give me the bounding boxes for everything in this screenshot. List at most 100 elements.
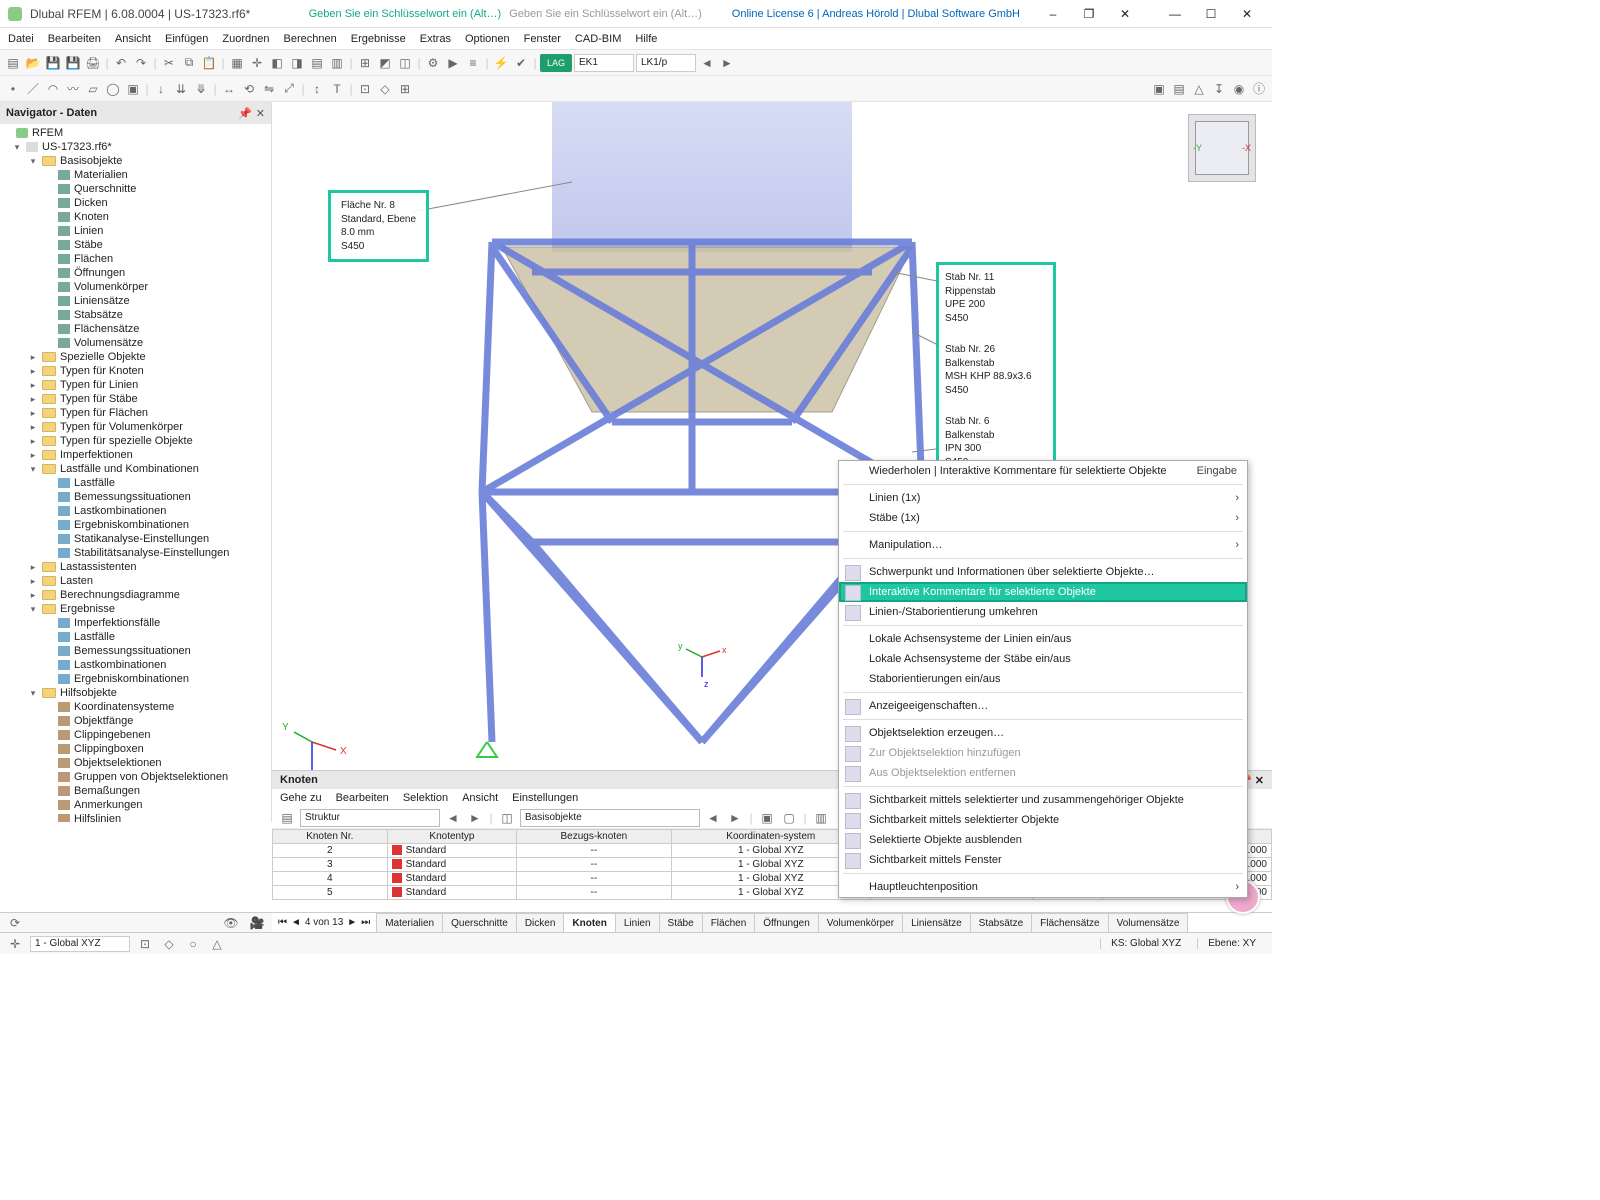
tbl-sel1-icon[interactable]: ▣ bbox=[758, 809, 776, 827]
tree-item[interactable]: Koordinatensysteme bbox=[0, 700, 271, 714]
tree-item[interactable]: Objektselektionen bbox=[0, 756, 271, 770]
restore-inner-icon[interactable]: ❐ bbox=[1072, 3, 1106, 25]
text-icon[interactable]: T bbox=[328, 80, 346, 98]
show-supports-icon[interactable]: △ bbox=[1190, 80, 1208, 98]
tab-öffnungen[interactable]: Öffnungen bbox=[754, 913, 819, 932]
tree-root[interactable]: RFEM bbox=[32, 127, 63, 139]
tb-axes-icon[interactable]: ✛ bbox=[248, 54, 266, 72]
nav-cam-icon[interactable]: 🎥 bbox=[248, 914, 266, 932]
tbl-next2-icon[interactable]: ► bbox=[726, 809, 744, 827]
tbl-prev-icon[interactable]: ◄ bbox=[444, 809, 462, 827]
snap-end-icon[interactable]: ⊡ bbox=[356, 80, 374, 98]
tree-folder[interactable]: ▸Lastassistenten bbox=[0, 560, 271, 574]
tab-materialien[interactable]: Materialien bbox=[376, 913, 443, 932]
menu-ansicht[interactable]: Ansicht bbox=[115, 33, 151, 45]
tb-viewx-icon[interactable]: ◫ bbox=[396, 54, 414, 72]
draw-point-icon[interactable]: • bbox=[4, 80, 22, 98]
tree-item[interactable]: Lastkombinationen bbox=[0, 504, 271, 518]
tbl-sel2-icon[interactable]: ▢ bbox=[780, 809, 798, 827]
tree-item[interactable]: Bemessungssituationen bbox=[0, 644, 271, 658]
snap-mid-icon[interactable]: ◇ bbox=[376, 80, 394, 98]
close-inner-icon[interactable]: ✕ bbox=[1108, 3, 1142, 25]
tb-new-icon[interactable]: ▤ bbox=[4, 54, 22, 72]
tree-item[interactable]: Volumensätze bbox=[0, 336, 271, 350]
tb-cut-icon[interactable]: ✂ bbox=[160, 54, 178, 72]
lk1-combo[interactable]: LK1/p bbox=[636, 54, 696, 72]
tree-item[interactable]: Objektfänge bbox=[0, 714, 271, 728]
minimize-icon[interactable]: — bbox=[1158, 3, 1192, 25]
navigator-tree[interactable]: RFEM ▾US-17323.rf6* ▾Basisobjekte Materi… bbox=[0, 124, 271, 822]
menu-bearbeiten[interactable]: Bearbeiten bbox=[48, 33, 101, 45]
tree-folder[interactable]: ▸Typen für Stäbe bbox=[0, 392, 271, 406]
tb-check-icon[interactable]: ✔ bbox=[512, 54, 530, 72]
load3-icon[interactable]: ⤋ bbox=[192, 80, 210, 98]
tb-redo-icon[interactable]: ↷ bbox=[132, 54, 150, 72]
tree-item[interactable]: Statikanalyse-Einstellungen bbox=[0, 532, 271, 546]
tree-item[interactable]: Bemessungssituationen bbox=[0, 490, 271, 504]
tm-gehezu[interactable]: Gehe zu bbox=[280, 792, 322, 804]
ek-prev-icon[interactable]: ◄ bbox=[698, 54, 716, 72]
tab-stabsätze[interactable]: Stabsätze bbox=[970, 913, 1032, 932]
tb-saveall-icon[interactable]: 💾 bbox=[64, 54, 82, 72]
tree-item[interactable]: Flächen bbox=[0, 252, 271, 266]
tb-grid-icon[interactable]: ▦ bbox=[228, 54, 246, 72]
tbl-cols-icon[interactable]: ▥ bbox=[812, 809, 830, 827]
edit-move-icon[interactable]: ↔ bbox=[220, 80, 238, 98]
ctx-interactive-comments[interactable]: Interaktive Kommentare für selektierte O… bbox=[839, 582, 1247, 602]
ctx-axis-lines[interactable]: Lokale Achsensysteme der Linien ein/aus bbox=[839, 629, 1247, 649]
show-info-icon[interactable]: ⓘ bbox=[1250, 80, 1268, 98]
tree-item[interactable]: Materialien bbox=[0, 168, 271, 182]
ctx-add-selection[interactable]: Zur Objektselektion hinzufügen bbox=[839, 743, 1247, 763]
status-cross-icon[interactable]: ✛ bbox=[6, 935, 24, 953]
ctx-stabe[interactable]: Stäbe (1x) bbox=[839, 508, 1247, 528]
tab-dicken[interactable]: Dicken bbox=[516, 913, 565, 932]
tree-item[interactable]: Bemaßungen bbox=[0, 784, 271, 798]
tm-einstellungen[interactable]: Einstellungen bbox=[512, 792, 578, 804]
edit-rot-icon[interactable]: ⟲ bbox=[240, 80, 258, 98]
ctx-member-orient[interactable]: Staborientierungen ein/aus bbox=[839, 669, 1247, 689]
tree-item[interactable]: Ergebniskombinationen bbox=[0, 518, 271, 532]
tree-item[interactable]: Stabsätze bbox=[0, 308, 271, 322]
tree-item[interactable]: Clippingboxen bbox=[0, 742, 271, 756]
tb-view2-icon[interactable]: ◨ bbox=[288, 54, 306, 72]
ctx-visibility-related[interactable]: Sichtbarkeit mittels selektierter und zu… bbox=[839, 790, 1247, 810]
ctx-manipulation[interactable]: Manipulation… bbox=[839, 535, 1247, 555]
tm-selektion[interactable]: Selektion bbox=[403, 792, 448, 804]
menu-hilfe[interactable]: Hilfe bbox=[635, 33, 657, 45]
tbl-prev2-icon[interactable]: ◄ bbox=[704, 809, 722, 827]
menu-einfuegen[interactable]: Einfügen bbox=[165, 33, 208, 45]
tb-open-icon[interactable]: 📂 bbox=[24, 54, 42, 72]
view-cube[interactable]: -X -Y bbox=[1188, 114, 1256, 182]
tb-persp-icon[interactable]: ◩ bbox=[376, 54, 394, 72]
tab-volumenkörper[interactable]: Volumenkörper bbox=[818, 913, 903, 932]
combo-basis[interactable]: Basisobjekte bbox=[520, 809, 700, 827]
tb-undo-icon[interactable]: ↶ bbox=[112, 54, 130, 72]
tree-folder[interactable]: ▸Typen für Volumenkörper bbox=[0, 420, 271, 434]
ctx-linien[interactable]: Linien (1x) bbox=[839, 488, 1247, 508]
tree-item[interactable]: Lastfälle bbox=[0, 630, 271, 644]
pager-next-icon[interactable]: ► bbox=[347, 917, 357, 928]
tree-item[interactable]: Flächensätze bbox=[0, 322, 271, 336]
tb-run-icon[interactable]: ▶ bbox=[444, 54, 462, 72]
pager-first-icon[interactable]: ⏮ bbox=[278, 917, 287, 928]
tree-folder[interactable]: ▸Imperfektionen bbox=[0, 448, 271, 462]
status-snap4-icon[interactable]: △ bbox=[208, 935, 226, 953]
ctx-orient-reverse[interactable]: Linien-/Staborientierung umkehren bbox=[839, 602, 1247, 622]
edit-mirror-icon[interactable]: ⇋ bbox=[260, 80, 278, 98]
draw-line-icon[interactable]: ／ bbox=[24, 80, 42, 98]
ctx-display-properties[interactable]: Anzeigeeigenschaften… bbox=[839, 696, 1247, 716]
tree-item[interactable]: Imperfektionsfälle bbox=[0, 616, 271, 630]
ek-next-icon[interactable]: ► bbox=[718, 54, 736, 72]
keyword-hint[interactable]: Geben Sie ein Schlüsselwort ein (Alt…) bbox=[309, 8, 502, 20]
tree-item[interactable]: Volumenkörper bbox=[0, 280, 271, 294]
tree-item[interactable]: Knoten bbox=[0, 210, 271, 224]
nav-close-icon[interactable]: ✕ bbox=[256, 107, 265, 120]
lag-chip[interactable]: LAG bbox=[540, 54, 572, 72]
pager-last-icon[interactable]: ⏭ bbox=[361, 917, 370, 928]
tb-calc-icon[interactable]: ⚙ bbox=[424, 54, 442, 72]
tab-liniensätze[interactable]: Liniensätze bbox=[902, 913, 971, 932]
menu-fenster[interactable]: Fenster bbox=[524, 33, 561, 45]
tab-flächensätze[interactable]: Flächensätze bbox=[1031, 913, 1108, 932]
tree-item[interactable]: Stabilitätsanalyse-Einstellungen bbox=[0, 546, 271, 560]
maximize-icon[interactable]: ☐ bbox=[1194, 3, 1228, 25]
